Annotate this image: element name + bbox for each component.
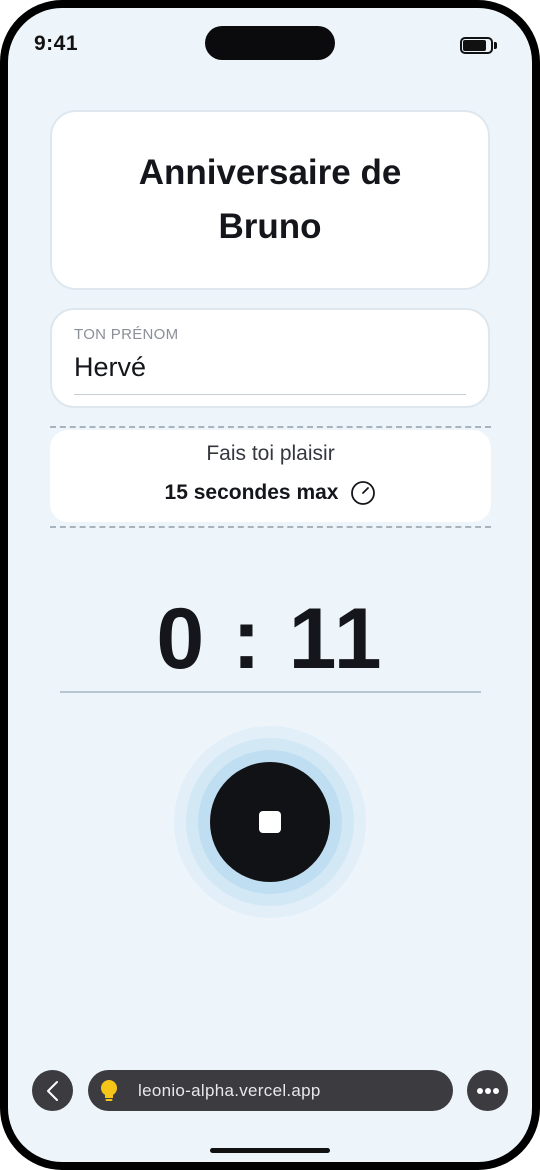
browser-more-button[interactable] [467,1070,508,1111]
prompt-text: Fais toi plaisir [206,442,335,465]
prompt-dashed-top [50,426,491,428]
dynamic-island [205,26,335,60]
name-field-underline [74,394,466,395]
browser-url-bar[interactable]: leonio-alpha.vercel.app [88,1070,453,1111]
status-time: 9:41 [34,32,79,55]
event-title: Anniversaire de Bruno [138,153,402,246]
battery-icon [460,37,497,54]
browser-url-text: leonio-alpha.vercel.app [138,1081,321,1100]
phone-frame: 9:41 Anniversaire de Bruno TON PRÉNOM Fa… [0,0,540,1170]
name-field-card[interactable]: TON PRÉNOM [50,308,490,408]
prompt-card: Fais toi plaisir 15 secondes max [50,430,491,522]
lightbulb-icon [101,1080,117,1101]
stop-icon [259,811,281,833]
prompt-dashed-bottom [50,526,491,528]
app-screen: 9:41 Anniversaire de Bruno TON PRÉNOM Fa… [8,8,532,1162]
name-input[interactable] [74,352,464,383]
prompt-limit-text: 15 secondes max [164,481,339,504]
home-indicator[interactable] [210,1148,330,1153]
chevron-left-icon [46,1080,58,1101]
name-field-label: TON PRÉNOM [74,326,179,343]
timer-icon [351,481,376,505]
stop-recording-button[interactable] [210,762,330,882]
ellipsis-icon [476,1087,499,1094]
countdown-divider [60,691,481,693]
browser-back-button[interactable] [32,1070,73,1111]
countdown-timer: 0 : 11 [156,591,384,687]
event-title-card: Anniversaire de Bruno [50,110,490,290]
prompt-limit: 15 secondes max [50,480,491,506]
